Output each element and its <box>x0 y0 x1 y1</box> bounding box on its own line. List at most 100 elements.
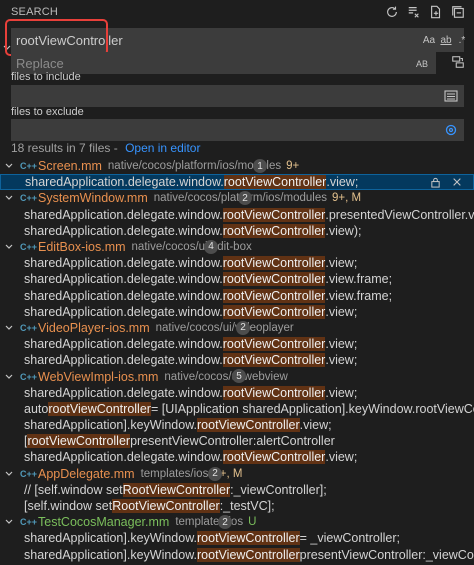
match-text-after: presentViewController:_viewController an… <box>299 547 474 562</box>
file-path: templates/ios <box>140 467 209 480</box>
files-to-include-input[interactable] <box>11 86 371 106</box>
file-path: native/cocos/ui/videoplayer <box>155 321 294 334</box>
match-result-row[interactable]: sharedApplication.delegate.window. rootVi… <box>0 304 474 320</box>
dismiss-icon[interactable] <box>451 176 463 188</box>
search-input[interactable] <box>11 30 371 50</box>
match-text-after: .view; <box>325 450 358 465</box>
match-result-row[interactable]: sharedApplication.delegate.window. rootVi… <box>0 352 474 368</box>
match-result-row[interactable]: sharedApplication.delegate.window. rootVi… <box>0 288 474 304</box>
match-result-row[interactable]: sharedApplication].keyWindow. rootViewCon… <box>0 530 474 546</box>
match-text-before: sharedApplication.delegate.window. <box>25 175 224 190</box>
match-result-row[interactable]: sharedApplication.delegate.window. rootVi… <box>0 271 474 287</box>
file-name: EditBox-ios.mm <box>38 240 126 255</box>
match-text-before: sharedApplication.delegate.window. <box>24 207 223 222</box>
match-text-after: .view; <box>326 175 359 190</box>
use-exclude-settings-icon[interactable] <box>444 123 458 137</box>
match-case-option[interactable]: Aa <box>421 32 437 48</box>
results-summary: 18 results in 7 files - Open in editor <box>11 141 200 155</box>
match-whole-word-option[interactable]: ab <box>438 32 454 48</box>
collapse-all-icon[interactable] <box>450 4 466 20</box>
file-result-row[interactable]: C++ EditBox-ios.mm native/cocos/ui/edit-bo… <box>0 239 474 255</box>
refresh-icon[interactable] <box>384 4 400 20</box>
match-result-row[interactable]: sharedApplication.delegate.window. rootVi… <box>0 207 474 223</box>
file-path: native/cocos/ui/edit-box <box>131 241 252 254</box>
cpp-file-icon: C++ <box>20 242 38 253</box>
match-result-row[interactable]: auto rootViewController = [UIApplication… <box>0 401 474 417</box>
replace-icon[interactable] <box>429 176 441 188</box>
match-result-row[interactable]: sharedApplication].keyWindow. rootViewCon… <box>0 417 474 433</box>
file-status-badge: 9+, M <box>331 192 362 205</box>
match-result-row[interactable]: sharedApplication.delegate.window. rootVi… <box>0 336 474 352</box>
file-result-row[interactable]: C++SystemWindow.mmnative/cocos/platform/… <box>0 190 474 206</box>
files-to-include-field <box>11 85 464 107</box>
match-text-before: sharedApplication.delegate.window. <box>24 288 223 303</box>
chevron-down-icon[interactable] <box>4 161 14 171</box>
files-to-exclude-input[interactable] <box>11 120 371 140</box>
search-results-tree: C++ Screen.mm native/cocos/platform/ios/mo… <box>0 158 474 563</box>
match-text-before: sharedApplication].keyWindow. <box>24 418 198 433</box>
files-to-exclude-label: files to exclude <box>11 106 84 118</box>
match-result-row[interactable]: [rootViewController presentViewControlle… <box>0 433 474 449</box>
match-text-after: :_viewController]; <box>230 482 327 497</box>
chevron-down-icon[interactable] <box>4 193 14 203</box>
new-search-editor-icon[interactable] <box>428 4 444 20</box>
match-result-row[interactable]: sharedApplication.delegate.window. rootVi… <box>0 385 474 401</box>
cpp-file-icon: C++ <box>20 517 38 528</box>
preserve-case-option[interactable]: AB <box>414 56 430 72</box>
file-path: native/cocos/ui/webview <box>164 370 288 383</box>
match-highlight: rootViewController <box>197 531 300 546</box>
files-to-exclude-field <box>11 119 464 141</box>
file-result-row[interactable]: C++ AppDelegate.mm templates/ios 9+, M2 <box>0 466 474 482</box>
files-to-include-label: files to include <box>11 71 81 83</box>
clear-results-icon[interactable] <box>406 4 422 20</box>
match-highlight: RootViewController <box>112 499 220 514</box>
match-result-row[interactable]: sharedApplication].keyWindow. rootViewCon… <box>0 547 474 563</box>
cpp-file-icon: C++ <box>20 468 38 479</box>
match-text-before: auto <box>24 401 49 416</box>
match-count-badge: 2 <box>236 320 250 335</box>
search-only-open-editors-icon[interactable] <box>444 89 458 103</box>
match-text-after: .view); <box>325 223 362 238</box>
chevron-down-icon[interactable] <box>4 517 14 527</box>
match-text-after: = _viewController; <box>299 531 401 546</box>
cpp-file-icon: C++ <box>20 322 38 333</box>
chevron-down-icon[interactable] <box>4 323 14 333</box>
file-result-row[interactable]: C++ Screen.mm native/cocos/platform/ios/mo… <box>0 158 474 174</box>
open-in-editor-link[interactable]: Open in editor <box>125 141 200 155</box>
replace-all-icon[interactable] <box>448 52 468 72</box>
file-result-row[interactable]: C++ WebViewImpl-ios.mm native/cocos/ui/web… <box>0 368 474 384</box>
match-count-badge: 4 <box>204 239 218 254</box>
match-result-row[interactable]: sharedApplication.delegate.window. rootVi… <box>0 449 474 465</box>
match-text-before: sharedApplication.delegate.window. <box>24 223 223 238</box>
search-view-header: SEARCH <box>0 0 474 24</box>
file-result-row[interactable]: C++ VideoPlayer-ios.mm native/cocos/ui/vid… <box>0 320 474 336</box>
match-result-row[interactable]: sharedApplication.delegate.window. rootVi… <box>0 255 474 271</box>
replace-input[interactable] <box>11 53 371 73</box>
match-text-after: .view; <box>325 385 358 400</box>
match-text-after: .view; <box>325 256 358 271</box>
match-result-row[interactable]: // [self.window set RootViewController:_v… <box>0 482 474 498</box>
match-text-before: sharedApplication.delegate.window. <box>24 353 223 368</box>
file-result-row[interactable]: C++ TestCocosManager.mm templates/ios U 2 <box>0 514 474 530</box>
match-highlight: rootViewController <box>197 547 300 562</box>
match-text-after: .view; <box>325 353 358 368</box>
match-text-after: .view.frame; <box>325 272 393 287</box>
match-result-row[interactable]: sharedApplication.delegate.window. rootVi… <box>0 223 474 239</box>
cpp-file-icon: C++ <box>20 371 38 382</box>
match-result-row[interactable]: sharedApplication.delegate.window. rootVi… <box>0 174 474 191</box>
match-text-after: = [UIApplication sharedApplication].keyW… <box>150 401 474 416</box>
match-text-after: .view.frame; <box>325 288 393 303</box>
match-text-after: presentViewController:alertController <box>130 434 335 449</box>
match-text-before: sharedApplication.delegate.window. <box>24 337 223 352</box>
match-highlight: rootViewController <box>197 418 300 433</box>
chevron-down-icon[interactable] <box>4 242 14 252</box>
match-result-row[interactable]: [self.window set RootViewController:_test… <box>0 498 474 514</box>
file-name: AppDelegate.mm <box>38 466 135 481</box>
chevron-down-icon[interactable] <box>4 372 14 382</box>
chevron-down-icon[interactable] <box>4 469 14 479</box>
file-name: WebViewImpl-ios.mm <box>38 369 159 384</box>
match-highlight: rootViewController <box>223 175 327 190</box>
match-count-badge: 2 <box>208 466 222 481</box>
cpp-file-icon: C++ <box>20 193 38 204</box>
regex-option[interactable]: .* <box>454 32 470 48</box>
